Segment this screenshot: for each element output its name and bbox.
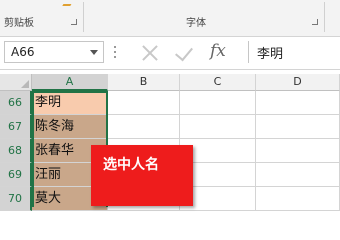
cell-b67[interactable] bbox=[108, 115, 180, 139]
cell-d67[interactable] bbox=[256, 115, 340, 139]
cell-c67[interactable] bbox=[180, 115, 256, 139]
cell-d66[interactable] bbox=[256, 91, 340, 115]
cell-c66[interactable] bbox=[180, 91, 256, 115]
enter-check-icon[interactable] bbox=[173, 42, 195, 64]
formula-bar: A66 fx 李明 bbox=[0, 37, 340, 70]
annotation-text: 选中人名 bbox=[103, 157, 159, 173]
group-divider bbox=[83, 2, 84, 32]
row-header[interactable]: 70 bbox=[0, 187, 32, 211]
column-header-b[interactable]: B bbox=[108, 74, 180, 91]
formula-value: 李明 bbox=[257, 47, 284, 62]
ribbon: 剪贴板 字体 bbox=[0, 0, 340, 37]
column-header-d[interactable]: D bbox=[256, 74, 340, 91]
cell-a67[interactable]: 陈冬海 bbox=[32, 115, 108, 139]
cell-d68[interactable] bbox=[256, 139, 340, 163]
row-header[interactable]: 68 bbox=[0, 139, 32, 163]
resize-handle-icon[interactable] bbox=[114, 46, 117, 60]
format-painter-icon[interactable] bbox=[62, 0, 76, 6]
annotation-callout: 选中人名 bbox=[91, 145, 193, 206]
font-launcher-icon[interactable] bbox=[311, 18, 318, 25]
chevron-down-icon[interactable] bbox=[90, 50, 98, 55]
cancel-icon[interactable] bbox=[139, 42, 161, 64]
cell-b66[interactable] bbox=[108, 91, 180, 115]
name-box-value: A66 bbox=[11, 45, 35, 59]
name-box[interactable]: A66 bbox=[4, 41, 104, 63]
cell-d69[interactable] bbox=[256, 163, 340, 187]
group-divider bbox=[324, 2, 325, 32]
cell-a66[interactable]: 李明 bbox=[32, 91, 108, 115]
row-header[interactable]: 66 bbox=[0, 91, 32, 115]
insert-function-button[interactable]: fx bbox=[210, 41, 226, 61]
column-header-c[interactable]: C bbox=[180, 74, 256, 91]
font-group-label: 字体 bbox=[186, 18, 206, 29]
cell-d70[interactable] bbox=[256, 187, 340, 211]
row-header[interactable]: 67 bbox=[0, 115, 32, 139]
select-all-corner[interactable] bbox=[0, 74, 32, 91]
formula-input[interactable]: 李明 bbox=[248, 41, 340, 63]
clipboard-launcher-icon[interactable] bbox=[70, 18, 77, 25]
clipboard-group-label: 剪贴板 bbox=[4, 18, 34, 29]
row-header[interactable]: 69 bbox=[0, 163, 32, 187]
column-header-a[interactable]: A bbox=[32, 74, 108, 91]
